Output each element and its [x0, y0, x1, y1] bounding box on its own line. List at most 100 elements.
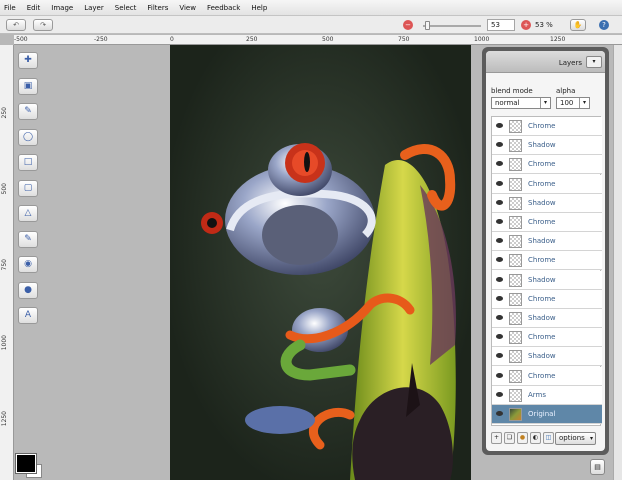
eye-icon[interactable] [496, 257, 503, 263]
layer-row[interactable]: Shadow [492, 193, 602, 213]
layer-row[interactable]: Chrome [492, 213, 602, 232]
layer-thumbnail [509, 292, 522, 306]
sponge-icon[interactable]: ● [18, 281, 38, 299]
menu-layer[interactable]: Layer [84, 4, 104, 12]
layer-name: Chrome [528, 256, 556, 265]
help-icon[interactable]: ? [599, 20, 609, 30]
type-icon[interactable]: A [18, 307, 38, 324]
options-button[interactable]: options ▾ [555, 432, 596, 445]
ruler-tick-label: 750 [1, 259, 8, 271]
layer-row[interactable]: Shadow [492, 270, 602, 290]
zoom-in-icon[interactable]: + [521, 20, 531, 30]
redo-button[interactable]: ↷ [33, 19, 53, 31]
eye-icon[interactable] [496, 372, 503, 378]
clone-stamp-icon[interactable]: △ [18, 205, 38, 222]
layer-name: Shadow [528, 352, 556, 361]
hand-tool-button[interactable]: ✋ [570, 19, 586, 31]
eye-icon[interactable] [496, 315, 503, 320]
eye-icon[interactable] [496, 123, 503, 128]
layer-row[interactable]: Original [492, 405, 602, 424]
history-panel-button[interactable]: ▤ [590, 459, 605, 475]
zoom-input[interactable]: 53 [487, 19, 515, 31]
layer-row[interactable]: Chrome [492, 117, 602, 136]
lock-icon[interactable]: ● [517, 432, 528, 444]
duplicate-layer-icon[interactable]: ❏ [504, 432, 515, 444]
layer-row[interactable]: Chrome [492, 174, 602, 194]
brush-icon[interactable]: ✎ [18, 230, 38, 248]
layer-name: Chrome [528, 122, 556, 130]
layer-row[interactable]: Chrome [492, 328, 602, 348]
eye-icon[interactable] [496, 238, 503, 244]
menu-help[interactable]: Help [251, 4, 267, 12]
layer-name: Shadow [528, 141, 556, 150]
zoom-slider-knob[interactable] [425, 21, 430, 30]
chevron-down-icon: ▾ [540, 98, 550, 108]
menu-edit[interactable]: Edit [27, 4, 41, 12]
layer-name: Chrome [528, 160, 556, 169]
layer-row[interactable]: Arms [492, 385, 602, 405]
layer-row[interactable]: Shadow [492, 136, 602, 156]
eye-icon[interactable] [496, 391, 503, 397]
layer-name: Chrome [528, 333, 556, 342]
eye-icon[interactable] [496, 219, 503, 224]
layer-name: Chrome [528, 294, 556, 303]
menu-feedback[interactable]: Feedback [207, 4, 240, 12]
vertical-scrollbar[interactable] [613, 45, 622, 480]
ruler-horizontal: -500 -250 0 250 500 750 1000 1250 [14, 35, 622, 45]
move-selection-icon[interactable]: ✚ [18, 52, 38, 69]
foreground-color-swatch[interactable] [15, 453, 37, 474]
layer-name: Shadow [528, 237, 556, 246]
menu-view[interactable]: View [179, 4, 196, 12]
eye-icon[interactable] [496, 276, 503, 282]
mask-icon[interactable]: ◐ [530, 432, 541, 444]
burn-icon[interactable]: ◉ [18, 256, 38, 273]
eye-icon[interactable] [496, 199, 503, 205]
top-toolbar: ↶ ↷ − 53 + 53 % ✋ ? [0, 16, 622, 34]
menu-file[interactable]: File [4, 4, 16, 12]
menu-bar: File Edit Image Layer Select Filters View Feedb… [0, 0, 622, 16]
lasso-icon[interactable]: ◯ [18, 128, 38, 146]
eraser-icon[interactable]: ▢ [18, 179, 38, 197]
layer-row[interactable]: Chrome [492, 155, 602, 175]
menu-select[interactable]: Select [115, 4, 137, 12]
zoom-slider[interactable] [423, 25, 481, 27]
menu-image[interactable]: Image [51, 4, 73, 12]
layer-row[interactable]: Chrome [492, 289, 602, 309]
layer-name: Arms [528, 390, 547, 399]
rect-select-icon[interactable]: □ [18, 154, 38, 171]
color-picker-icon[interactable]: ✎ [18, 103, 38, 120]
eye-icon[interactable] [496, 334, 503, 340]
eye-icon[interactable] [496, 353, 503, 359]
layer-row[interactable]: Shadow [492, 232, 602, 252]
panel-menu-button[interactable]: ▾ [586, 56, 602, 68]
blend-mode-value: normal [495, 99, 520, 107]
eye-icon[interactable] [496, 295, 503, 301]
layer-row[interactable]: Shadow [492, 309, 602, 328]
zoom-out-icon[interactable]: − [403, 20, 413, 30]
alpha-value: 100 [560, 99, 574, 107]
eye-icon[interactable] [496, 180, 503, 186]
layer-thumbnail [509, 158, 522, 172]
new-layer-icon[interactable]: + [491, 432, 502, 444]
layer-thumbnail [509, 408, 522, 421]
delete-layer-icon[interactable]: ◫ [543, 432, 554, 444]
layer-thumbnail [509, 177, 522, 191]
eye-icon[interactable] [496, 161, 503, 167]
eye-icon[interactable] [496, 142, 503, 148]
undo-button[interactable]: ↶ [6, 19, 26, 31]
layer-list: Chrome Shadow Chrome Chrome Shadow Chrome Shad… [491, 116, 602, 426]
layer-name: Chrome [528, 218, 556, 226]
layer-row[interactable]: Chrome [492, 251, 602, 271]
alpha-select[interactable]: 100 ▾ [556, 97, 590, 109]
layer-row[interactable]: Chrome [492, 366, 602, 386]
layer-thumbnail [509, 196, 522, 210]
document-image[interactable] [170, 45, 471, 480]
eye-icon[interactable] [496, 411, 503, 416]
layer-name: Shadow [528, 314, 556, 322]
blend-mode-select[interactable]: normal ▾ [491, 97, 551, 109]
layer-row[interactable]: Shadow [492, 347, 602, 367]
menu-filters[interactable]: Filters [147, 4, 168, 12]
ruler-tick-label: 500 [1, 183, 8, 195]
crop-icon[interactable]: ▣ [18, 77, 38, 95]
layer-thumbnail [509, 388, 522, 402]
